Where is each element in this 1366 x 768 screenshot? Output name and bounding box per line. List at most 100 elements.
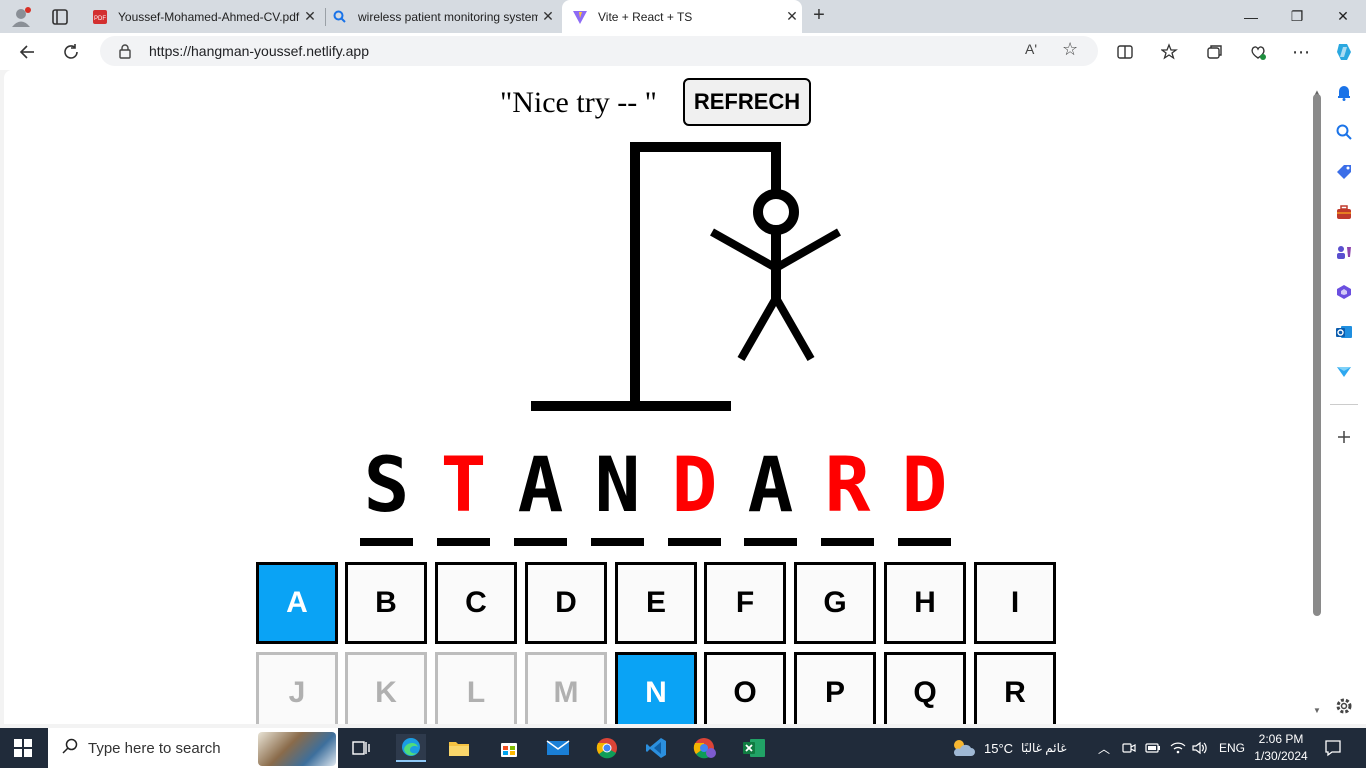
refresh-button[interactable]: REFRECH [683,78,811,126]
key-h[interactable]: H [884,562,966,644]
close-tab-icon[interactable]: ✕ [300,8,320,25]
meet-icon[interactable] [1122,728,1136,768]
profile-avatar-icon[interactable] [8,4,34,30]
weather-temp: 15°C [984,740,1014,756]
letter-underline [898,538,951,546]
mail-icon[interactable] [543,734,573,762]
browser-essentials-icon[interactable] [1245,39,1271,65]
key-d[interactable]: D [525,562,607,644]
wifi-icon[interactable] [1170,728,1186,768]
chrome-profile-icon[interactable] [690,734,720,762]
key-i[interactable]: I [974,562,1056,644]
close-tab-icon[interactable]: ✕ [782,8,802,25]
favorite-star-icon[interactable]: ☆ [1062,39,1078,60]
url-text[interactable]: https://hangman-youssef.netlify.app [149,43,369,59]
sidebar-separator [1330,404,1358,405]
tab-bar: PDF Youssef-Mohamed-Ahmed-CV.pdf ✕ wirel… [0,0,1366,33]
gear-icon[interactable] [1334,696,1354,716]
lock-icon[interactable] [118,43,132,64]
search-icon[interactable] [1334,122,1354,142]
key-f[interactable]: F [704,562,786,644]
key-k[interactable]: K [345,652,427,724]
word-letter: R [821,440,874,550]
tab-vite-active[interactable]: Vite + React + TS ✕ [562,0,802,33]
bell-icon[interactable] [1334,82,1354,102]
vite-icon [572,9,588,25]
key-r[interactable]: R [974,652,1056,724]
close-window-icon[interactable]: ✕ [1320,0,1366,33]
edge-sidebar [1322,70,1366,724]
tab-actions-icon[interactable] [48,6,72,28]
scroll-down-arrow[interactable]: ▼ [1313,706,1321,715]
letter-char: A [747,440,794,529]
key-o[interactable]: O [704,652,786,724]
search-icon [62,738,78,759]
letter-char: N [594,440,641,529]
tools-briefcase-icon[interactable] [1334,202,1354,222]
key-l[interactable]: L [435,652,517,724]
tab-search[interactable]: wireless patient monitoring system ✕ [332,0,558,33]
task-view-icon[interactable] [346,734,376,762]
clock-time: 2:06 PM [1258,732,1304,746]
minimize-icon[interactable]: — [1228,0,1274,33]
outlook-icon[interactable] [1334,322,1354,342]
excel-icon[interactable] [739,734,769,762]
hangman-right-arm [774,228,841,272]
search-placeholder: Type here to search [88,739,221,757]
copilot-icon[interactable] [1331,39,1357,65]
tab-cv-pdf[interactable]: PDF Youssef-Mohamed-Ahmed-CV.pdf ✕ [92,0,320,33]
key-e[interactable]: E [615,562,697,644]
split-screen-icon[interactable] [1112,39,1138,65]
taskbar-search[interactable]: Type here to search [48,728,338,768]
back-icon[interactable] [14,39,40,65]
file-explorer-icon[interactable] [444,734,474,762]
send-drop-icon[interactable] [1334,362,1354,382]
favorites-icon[interactable] [1157,39,1183,65]
key-p[interactable]: P [794,652,876,724]
letter-underline [821,538,874,546]
key-n[interactable]: N [615,652,697,724]
letter-char: R [824,440,871,529]
weather-widget[interactable]: 15°C غائم غالبًا [950,728,1067,768]
cloud-sun-icon [953,740,975,756]
windows-start-icon[interactable] [14,739,32,762]
reload-icon[interactable] [58,39,84,65]
key-b[interactable]: B [345,562,427,644]
m365-icon[interactable] [1334,282,1354,302]
scrollbar-thumb[interactable] [1313,94,1321,616]
restore-icon[interactable]: ❐ [1274,0,1320,33]
letter-underline [591,538,644,546]
clock[interactable]: 2:06 PM 1/30/2024 [1246,731,1316,765]
key-m[interactable]: M [525,652,607,724]
hangman-right-leg [772,296,815,361]
edge-app-icon[interactable] [396,734,426,762]
key-g[interactable]: G [794,562,876,644]
read-aloud-icon[interactable]: Aʹ [1025,41,1037,57]
key-a[interactable]: A [256,562,338,644]
letter-underline [437,538,490,546]
notifications-icon[interactable] [1324,728,1342,768]
volume-icon[interactable] [1192,728,1208,768]
collections-icon[interactable] [1201,39,1227,65]
vscode-icon[interactable] [641,734,671,762]
chrome-icon[interactable] [592,734,622,762]
pdf-icon: PDF [92,9,108,25]
games-icon[interactable] [1334,242,1354,262]
word-letter: D [668,440,721,550]
letter-char: D [901,440,948,529]
key-q[interactable]: Q [884,652,966,724]
add-icon[interactable] [1334,427,1354,447]
language-indicator[interactable]: ENG [1219,728,1245,768]
address-bar[interactable]: https://hangman-youssef.netlify.app Aʹ ☆ [100,36,1098,66]
new-tab-button[interactable]: + [808,5,830,27]
hidden-icons-chevron-icon[interactable]: ︿ [1098,728,1110,768]
word-letter: A [744,440,797,550]
store-icon[interactable] [494,734,524,762]
battery-icon[interactable] [1145,728,1161,768]
letter-underline [744,538,797,546]
close-tab-icon[interactable]: ✕ [538,8,558,25]
settings-more-icon[interactable]: ⋯ [1288,39,1314,65]
key-c[interactable]: C [435,562,517,644]
key-j[interactable]: J [256,652,338,724]
shopping-tag-icon[interactable] [1334,162,1354,182]
